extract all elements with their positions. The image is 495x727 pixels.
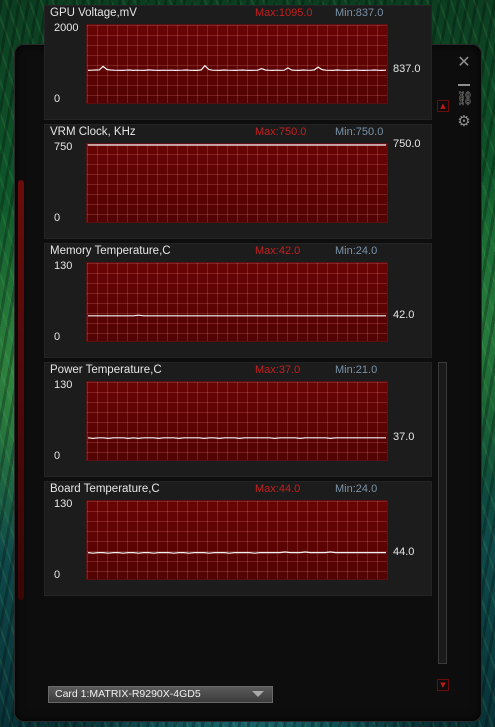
current-value: 750.0 (393, 138, 421, 150)
min-value: Min:24.0 (335, 483, 378, 495)
y-axis-max-label: 130 (54, 379, 73, 391)
max-value: Max:42.0 (255, 245, 301, 257)
y-axis-max-label: 130 (54, 260, 73, 272)
card-select-label: Card 1:MATRIX-R9290X-4GD5 (55, 688, 201, 700)
current-value: 837.0 (393, 63, 421, 76)
max-value: Max:44.0 (255, 483, 301, 495)
min-value: Min:837.0 (335, 7, 384, 19)
trace-svg (88, 144, 386, 146)
scroll-up-icon[interactable]: ▲ (437, 100, 449, 112)
min-value: Min:750.0 (335, 126, 384, 138)
min-value: Min:21.0 (335, 364, 378, 376)
monitor-card-power-temperature: Power Temperature,C Max:37.0 Min:21.0 13… (44, 362, 432, 477)
monitor-title: GPU Voltage,mV (50, 7, 137, 19)
y-axis-min-label: 0 (54, 212, 61, 224)
y-axis-max-label: 130 (54, 498, 73, 510)
max-value: Max:1095.0 (255, 7, 313, 19)
max-value: Max:37.0 (255, 364, 301, 376)
monitor-card-board-temperature: Board Temperature,C Max:44.0 Min:24.0 13… (44, 481, 432, 596)
trace-line (87, 64, 387, 72)
link-icon[interactable]: ⛓ (456, 92, 474, 108)
y-axis-max-label: 750 (54, 141, 73, 153)
scroll-down-icon[interactable]: ▼ (437, 679, 449, 691)
monitor-card-gpu-voltage: GPU Voltage,mV Max:1095.0 Min:837.0 2000… (44, 5, 432, 120)
monitor-card-memory-temperature: Memory Temperature,C Max:42.0 Min:24.0 1… (44, 243, 432, 358)
monitor-graph (86, 381, 388, 461)
monitor-title: VRM Clock, KHz (50, 126, 136, 138)
monitor-graph (86, 500, 388, 580)
current-value: 44.0 (393, 545, 415, 558)
monitor-title: Power Temperature,C (50, 364, 162, 376)
min-value: Min:24.0 (335, 245, 378, 257)
trace-svg (87, 437, 386, 440)
chevron-down-icon[interactable] (252, 691, 264, 697)
monitor-graph (86, 24, 388, 104)
trace-line (87, 551, 386, 554)
y-axis-min-label: 0 (54, 93, 61, 105)
monitor-graph (86, 262, 388, 342)
y-axis-max-label: 2000 (54, 22, 79, 34)
card-select-dropdown[interactable]: Card 1:MATRIX-R9290X-4GD5 (48, 686, 273, 703)
monitor-title: Memory Temperature,C (50, 245, 171, 257)
trace-svg (88, 314, 386, 317)
close-icon[interactable]: ✕ (456, 54, 472, 70)
gear-icon[interactable]: ⚙ (456, 114, 472, 130)
scrollbar-track[interactable] (438, 362, 447, 664)
panel-edge-accent (18, 180, 24, 600)
trace-svg (87, 551, 386, 554)
current-value: 42.0 (393, 308, 415, 321)
trace-line (87, 437, 386, 440)
y-axis-min-label: 0 (54, 569, 61, 581)
monitor-graph (86, 143, 388, 223)
monitor-title: Board Temperature,C (50, 483, 160, 495)
monitor-card-vrm-clock: VRM Clock, KHz Max:750.0 Min:750.0 750 0… (44, 124, 432, 239)
trace-svg (87, 64, 387, 72)
y-axis-min-label: 0 (54, 450, 61, 462)
minimize-icon[interactable] (458, 84, 470, 86)
y-axis-min-label: 0 (54, 331, 61, 343)
current-value: 37.0 (393, 430, 415, 443)
trace-line (88, 314, 386, 317)
max-value: Max:750.0 (255, 126, 307, 138)
